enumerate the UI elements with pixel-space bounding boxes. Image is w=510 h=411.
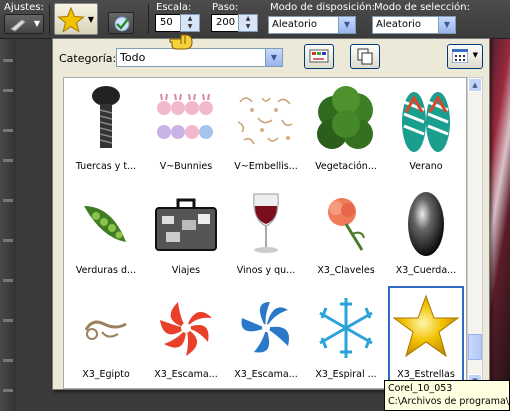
tooltip-title: Corel_10_053 [388, 383, 453, 394]
tube-item-label: X3_Escama... [154, 369, 218, 380]
view-mode-button[interactable]: ▼ [447, 44, 483, 69]
chevron-down-icon: ▼ [33, 19, 40, 28]
wine-glass-icon [253, 193, 279, 253]
options-bar: Ajustes: ▼ ▼ Escala: 50 ▲ ▼ Paso: 200 ▲ ▼ … [0, 0, 510, 39]
tooltip: Corel_10_053 C:\Archivos de programa\ [384, 380, 510, 411]
peas-icon [84, 206, 126, 242]
bush-icon [317, 86, 373, 149]
tube-item-label: Vegetación... [315, 161, 377, 172]
tube-item[interactable]: V~Bunnies [148, 78, 224, 182]
tube-item[interactable]: Tuercas y t... [68, 78, 144, 182]
tube-item[interactable]: X3_Escama... [148, 286, 224, 388]
seleccion-select[interactable]: Aleatorio ▼ [372, 16, 456, 34]
tube-item-label: V~Bunnies [159, 161, 213, 172]
flip-flops-icon [402, 92, 450, 152]
preset-dropdown-button[interactable]: ▼ [4, 14, 44, 34]
screw-icon [92, 86, 120, 148]
apply-button[interactable] [108, 12, 134, 34]
checkmark-icon [114, 16, 130, 32]
brush-icon [10, 19, 26, 32]
tube-item[interactable]: Vinos y qu... [228, 182, 304, 286]
spiral-icon [319, 298, 373, 358]
up-arrow-icon[interactable]: ▲ [181, 15, 199, 23]
paso-label: Paso: [212, 2, 239, 13]
seleccion-label: Modo de selección: [374, 2, 470, 13]
tools-strip [0, 39, 16, 411]
tube-item[interactable]: X3_Claveles [308, 182, 384, 286]
chevron-down-icon[interactable]: ▼ [438, 17, 455, 33]
tube-item-label: V~Embellis... [234, 161, 298, 172]
tube-item[interactable]: Verduras d... [68, 182, 144, 286]
export-tube-button[interactable] [304, 44, 334, 69]
tube-item-label: Tuercas y t... [75, 161, 137, 172]
up-arrow-icon[interactable]: ▲ [239, 15, 257, 23]
tube-item-label: X3_Escama... [234, 369, 298, 380]
category-select[interactable]: Todo ▼ [116, 48, 283, 67]
separator [148, 4, 149, 34]
hand-cursor-icon [169, 34, 193, 50]
copy-tube-button[interactable] [350, 44, 380, 69]
tube-item-label: X3_Claveles [317, 265, 375, 276]
tube-item[interactable]: Vegetación... [308, 78, 384, 182]
disposicion-select[interactable]: Aleatorio ▼ [268, 16, 356, 34]
tube-item-label: Verduras d... [75, 265, 137, 276]
chevron-down-icon: ▼ [472, 51, 478, 59]
tube-item-label: Vinos y qu... [236, 265, 296, 276]
scroll-up-icon[interactable]: ▲ [468, 78, 482, 92]
escala-label: Escala: [156, 2, 192, 13]
copy-icon [357, 48, 373, 65]
disposicion-value: Aleatorio [272, 19, 317, 30]
black-bead-icon [408, 192, 444, 256]
star-icon [57, 6, 85, 33]
tube-item-label: X3_Espiral ... [315, 369, 377, 380]
tube-item[interactable]: Viajes [148, 182, 224, 286]
ajustes-label: Ajustes: [4, 2, 44, 13]
grid-view-icon [452, 49, 468, 63]
tube-item[interactable]: X3_Espiral ... [308, 286, 384, 388]
tube-item-label: Verano [409, 161, 443, 172]
suitcase-icon [155, 198, 217, 251]
tube-item[interactable]: X3_Escama... [228, 286, 304, 388]
tube-item[interactable]: X3_Egipto [68, 286, 144, 388]
tube-item[interactable]: X3_Cuerda... [388, 182, 464, 286]
tube-item[interactable]: V~Embellis... [228, 78, 304, 182]
paso-stepper[interactable]: ▲ ▼ [238, 14, 258, 32]
chevron-down-icon[interactable]: ▼ [338, 17, 355, 33]
category-value: Todo [120, 51, 146, 64]
down-arrow-icon[interactable]: ▼ [239, 23, 257, 31]
tube-item-label: X3_Egipto [82, 369, 130, 380]
chevron-down-icon: ▼ [87, 15, 94, 24]
bunnies-icon [157, 93, 213, 139]
carnation-icon [328, 198, 365, 251]
disposicion-label: Modo de disposición: [270, 2, 375, 13]
separator [49, 4, 50, 34]
red-swirl-icon [160, 302, 212, 356]
blue-swirl-icon [241, 302, 290, 353]
tube-item-label: X3_Cuerda... [395, 265, 457, 276]
seleccion-value: Aleatorio [376, 19, 421, 30]
tube-item-selected[interactable]: X3_Estrellas [388, 286, 464, 388]
tube-picker-panel: Categoría: Todo ▼ ▼ Tuercas y t... V~Bun… [52, 38, 490, 390]
tube-item-label: Viajes [171, 265, 201, 276]
tube-picker-button[interactable]: ▼ [54, 3, 98, 35]
scrollbar-thumb[interactable] [468, 334, 482, 360]
category-label: Categoría: [59, 52, 117, 65]
egypt-ornament-icon [84, 320, 127, 340]
chevron-down-icon[interactable]: ▼ [265, 49, 282, 66]
export-tube-icon [309, 49, 329, 63]
tube-grid: Tuercas y t... V~Bunnies V~Embellis... V… [63, 77, 467, 389]
paso-input[interactable]: 200 [211, 14, 239, 32]
tube-item[interactable]: Verano [388, 78, 464, 182]
star-icon [392, 294, 460, 358]
tooltip-path: C:\Archivos de programa\ [388, 396, 509, 407]
grid-scrollbar[interactable]: ▲ ▼ [467, 77, 483, 389]
tube-item-label: X3_Estrellas [397, 369, 455, 380]
embellishment-icon [237, 97, 293, 145]
